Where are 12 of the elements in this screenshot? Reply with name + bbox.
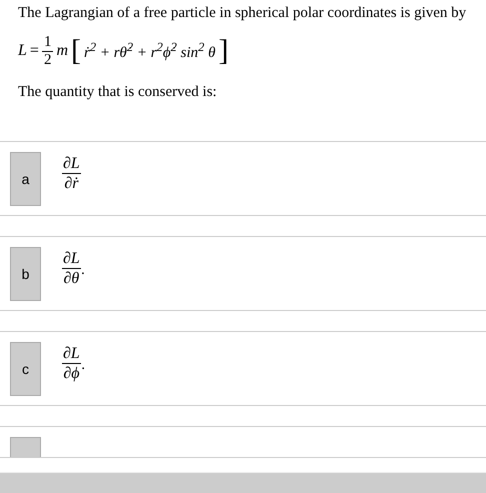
answer-fraction: ∂L ∂ṙ — [62, 154, 81, 193]
prompt-text: The quantity that is conserved is: — [18, 84, 218, 101]
question-text: The Lagrangian of a free particle in spherical polar coordinates is given by — [18, 5, 468, 22]
option-button[interactable]: c — [10, 342, 41, 396]
option-button[interactable]: a — [10, 152, 41, 206]
bracket: [ — [71, 36, 81, 66]
bracket: ] — [218, 36, 229, 66]
option-button[interactable]: b — [10, 247, 41, 301]
equals-sign: = — [30, 42, 39, 60]
fraction: 1 2 — [42, 34, 54, 68]
formula-symbol: L — [18, 42, 27, 60]
formula-symbol: m — [56, 42, 68, 60]
